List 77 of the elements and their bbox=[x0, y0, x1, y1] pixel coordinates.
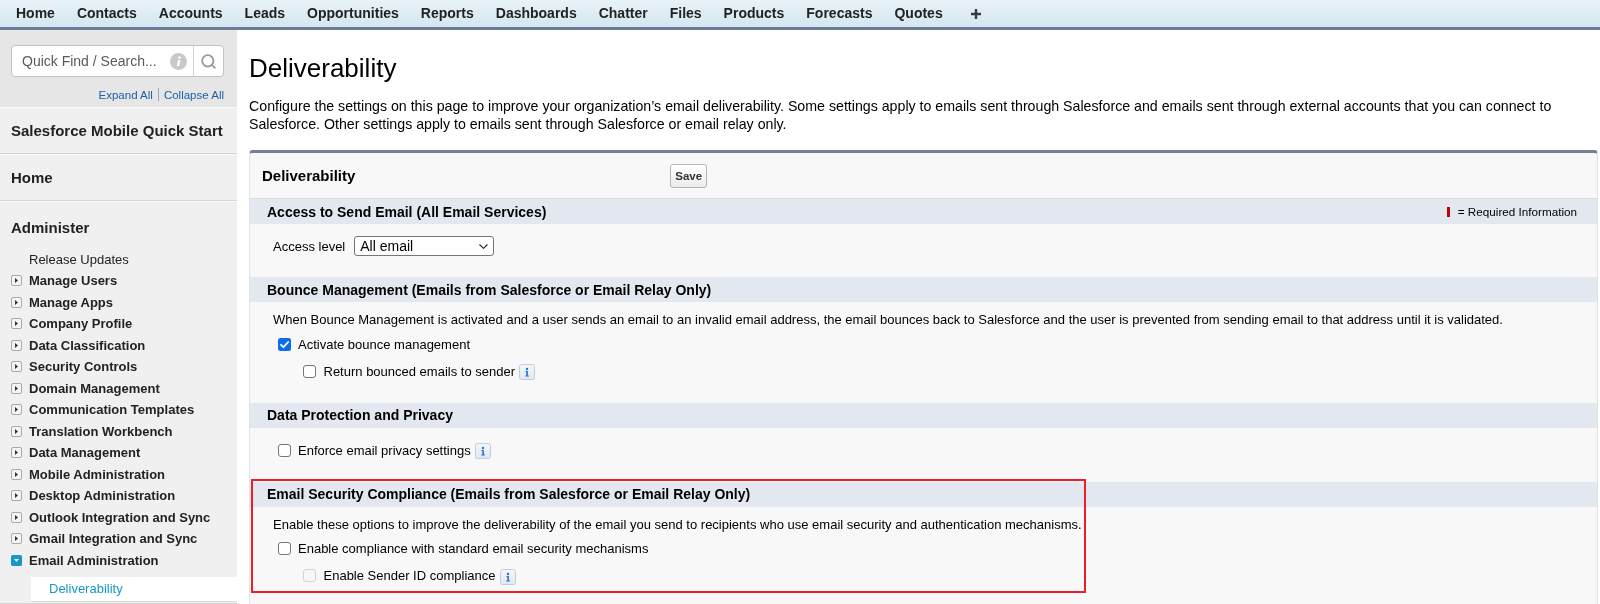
checkbox[interactable] bbox=[277, 443, 291, 457]
expand-toggle-icon[interactable] bbox=[11, 425, 22, 437]
expand-toggle-icon[interactable] bbox=[11, 275, 22, 287]
nav-tab[interactable]: Leads bbox=[233, 0, 297, 27]
nav-tab[interactable]: Forecasts bbox=[795, 0, 884, 27]
nav-tab[interactable]: Contacts bbox=[65, 0, 148, 27]
expand-toggle-icon[interactable] bbox=[11, 361, 22, 373]
nav-tab[interactable]: Opportunities bbox=[296, 0, 410, 27]
search-field[interactable]: Quick Find / Search... bbox=[11, 45, 224, 77]
section-description: When Bounce Management is activated and a user sends an email to an invalid email address, the email bounces back to Salesforce and the user is prevented from sending email to that address until it is validated. bbox=[273, 311, 1504, 329]
expand-toggle-icon[interactable] bbox=[11, 382, 22, 394]
nav-tab[interactable]: Quotes bbox=[883, 0, 954, 27]
checkbox-label: Enable Sender ID compliance bbox=[323, 568, 496, 583]
collapse-toggle-icon[interactable] bbox=[11, 554, 22, 566]
nav-tab[interactable]: Dashboards bbox=[484, 0, 588, 27]
nav-tab[interactable]: Reports bbox=[409, 0, 485, 27]
sidebar-item[interactable]: Company Profile bbox=[11, 313, 237, 335]
nav-tab[interactable]: Products bbox=[712, 0, 796, 27]
panel-title: Deliverability bbox=[261, 167, 357, 184]
sidebar-item[interactable]: Manage Apps bbox=[11, 292, 237, 314]
section-title: Bounce Management (Emails from Salesforce or Email Relay Only) bbox=[267, 281, 712, 298]
sidebar-item[interactable]: Gmail Integration and Sync bbox=[11, 528, 237, 550]
expand-toggle-icon[interactable] bbox=[11, 339, 22, 351]
chevron-down-icon bbox=[479, 243, 489, 249]
sidebar-item[interactable]: Mobile Administration bbox=[11, 464, 237, 486]
sidebar-item[interactable]: Domain Management bbox=[11, 378, 237, 400]
expand-toggle-icon[interactable] bbox=[11, 533, 22, 545]
checkbox-label: Activate bounce management bbox=[298, 336, 470, 352]
search-input[interactable]: Quick Find / Search... bbox=[12, 46, 170, 76]
info-icon[interactable] bbox=[519, 364, 535, 380]
sidebar-item[interactable]: Data Classification bbox=[11, 335, 237, 357]
search-icon[interactable] bbox=[200, 52, 217, 70]
checkbox[interactable] bbox=[277, 337, 291, 351]
sidebar-heading[interactable]: Salesforce Mobile Quick Start bbox=[11, 121, 223, 140]
expand-toggle-icon[interactable] bbox=[11, 511, 22, 523]
sidebar-item[interactable]: Manage Users bbox=[11, 270, 237, 292]
expand-toggle-icon[interactable] bbox=[11, 296, 22, 308]
sidebar-item[interactable]: Translation Workbench bbox=[11, 421, 237, 443]
sidebar-item[interactable]: Desktop Administration bbox=[11, 485, 237, 507]
save-button[interactable]: Save bbox=[670, 163, 708, 188]
sidebar-heading[interactable]: Administer bbox=[11, 219, 90, 237]
required-marker-icon bbox=[1446, 206, 1450, 217]
legend-text: = Required Information bbox=[1457, 205, 1577, 218]
page-title: Deliverability bbox=[249, 53, 398, 83]
sidebar-item[interactable]: Outlook Integration and Sync bbox=[11, 507, 237, 529]
section-title: Access to Send Email (All Email Services) bbox=[267, 203, 547, 220]
expand-toggle-icon[interactable] bbox=[11, 404, 22, 416]
sidebar-item[interactable]: Release Updates bbox=[11, 249, 237, 271]
section-title: Data Protection and Privacy bbox=[267, 407, 453, 423]
checkbox-label: Enable compliance with standard email security mechanisms bbox=[298, 541, 649, 556]
nav-tab[interactable]: Chatter bbox=[587, 0, 659, 27]
info-icon bbox=[170, 52, 187, 70]
checkbox[interactable] bbox=[303, 364, 316, 378]
sidebar-item[interactable]: Security Controls bbox=[11, 356, 237, 378]
section-title: Email Security Compliance (Emails from Salesforce or Email Relay Only) bbox=[267, 486, 751, 502]
expand-toggle-icon[interactable] bbox=[11, 490, 22, 502]
expand-toggle-icon[interactable] bbox=[11, 447, 22, 459]
sidebar-item[interactable]: Communication Templates bbox=[11, 399, 237, 421]
plus-icon[interactable] bbox=[970, 8, 981, 19]
section-description: Enable these options to improve the deliverability of the email you send to recipients who use email security and authentication mechanisms. bbox=[273, 515, 1083, 534]
nav-tab[interactable]: Home bbox=[5, 0, 66, 27]
select-field[interactable]: All email bbox=[354, 236, 495, 256]
sidebar-heading[interactable]: Home bbox=[11, 168, 53, 187]
nav-tab[interactable]: Files bbox=[658, 0, 713, 27]
sidebar-link[interactable]: Expand All bbox=[98, 88, 153, 101]
checkbox[interactable] bbox=[277, 542, 291, 555]
expand-toggle-icon[interactable] bbox=[11, 318, 22, 330]
info-icon[interactable] bbox=[474, 443, 491, 459]
field-label: Access level bbox=[273, 238, 346, 254]
sidebar-item[interactable]: Data Management bbox=[11, 442, 237, 464]
nav-tab[interactable]: Accounts bbox=[147, 0, 234, 27]
checkbox-label: Enforce email privacy settings bbox=[298, 442, 471, 458]
expand-toggle-icon[interactable] bbox=[11, 468, 22, 480]
page-description: Configure the settings on this page to improve your organization’s email deliverability. Some settings apply to emails sent through Salesforce and emails sent through external accounts that you can connect to Salesforce. Other settings apply to emails sent through Salesforce or email relay only. bbox=[249, 98, 1553, 133]
sidebar-link[interactable]: Collapse All bbox=[163, 88, 224, 101]
checkbox-label: Return bounced emails to sender bbox=[323, 363, 515, 379]
sidebar-item[interactable]: Email Administration bbox=[11, 550, 237, 572]
